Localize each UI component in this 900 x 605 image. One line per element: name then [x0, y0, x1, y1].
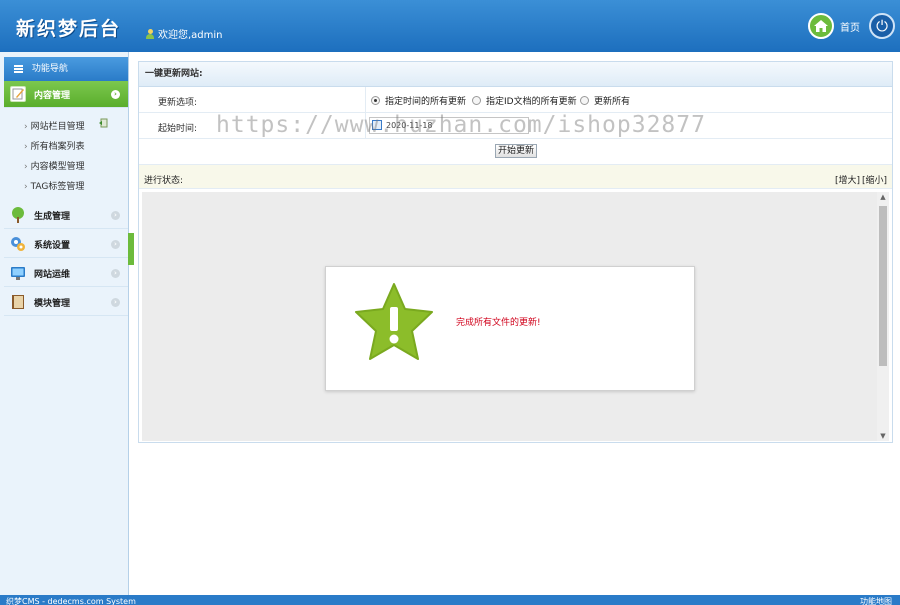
- status-label: 进行状态:: [144, 176, 184, 186]
- update-options-row: 更新选项: 指定时间的所有更新 指定ID文档的所有更新 更新所有: [139, 87, 892, 113]
- panel-title: 一键更新网站:: [139, 62, 892, 87]
- start-update-button[interactable]: 开始更新: [495, 144, 537, 158]
- top-header: 新织梦后台 欢迎您,admin 首页 ⏻: [0, 0, 900, 52]
- frame-scrollbar[interactable]: ▲ ▼: [877, 192, 889, 441]
- calendar-icon[interactable]: [372, 120, 382, 130]
- chevron-right-icon: ›: [111, 90, 120, 99]
- sidebar-section-content[interactable]: 内容管理 ›: [4, 81, 128, 108]
- sidebar-section-modules[interactable]: 模块管理 ›: [4, 289, 128, 316]
- chevron-right-icon: ›: [111, 211, 120, 220]
- welcome-message: 欢迎您,admin: [146, 26, 223, 41]
- row-divider: [365, 87, 366, 112]
- radio-dot[interactable]: [371, 96, 380, 105]
- chevron-right-icon: ›: [111, 298, 120, 307]
- update-panel: 一键更新网站: 更新选项: 指定时间的所有更新 指定ID文档的所有更新 更新所有…: [138, 61, 893, 443]
- result-dialog: 完成所有文件的更新!: [325, 266, 695, 391]
- nav-title: 功能导航: [4, 57, 128, 81]
- sidebar-section-ops[interactable]: 网站运维 ›: [4, 260, 128, 287]
- enlarge-link[interactable]: [增大]: [835, 173, 860, 186]
- scroll-down-icon[interactable]: ▼: [879, 432, 887, 440]
- sidebar-section-label: 模块管理: [34, 298, 71, 309]
- scroll-up-icon[interactable]: ▲: [879, 193, 887, 201]
- sidebar-collapse-handle[interactable]: [128, 233, 134, 265]
- radio-label: 指定ID文档的所有更新: [486, 97, 577, 107]
- radio-label: 更新所有: [594, 97, 631, 107]
- add-icon[interactable]: [98, 118, 108, 128]
- home-label: 首页: [840, 22, 860, 34]
- sidebar-section-settings[interactable]: 系统设置 ›: [4, 231, 128, 258]
- sidebar-item-model-manage[interactable]: 内容模型管理: [24, 159, 85, 172]
- sidebar-item-tag-manage[interactable]: TAG标签管理: [24, 179, 85, 192]
- scroll-thumb[interactable]: [879, 206, 887, 366]
- progress-frame: 完成所有文件的更新! ▲ ▼: [142, 192, 889, 441]
- row-divider: [365, 113, 366, 138]
- radio-all[interactable]: 更新所有: [580, 94, 630, 107]
- radio-dot[interactable]: [580, 96, 589, 105]
- sidebar-section-generate[interactable]: 生成管理 ›: [4, 202, 128, 229]
- tree-icon: [10, 207, 26, 223]
- radio-label: 指定时间的所有更新: [385, 97, 467, 107]
- home-icon: [808, 13, 834, 39]
- sidebar: 功能导航 内容管理 › 网站栏目管理 所有档案列表 内容模型管理 TAG标签管理…: [0, 52, 129, 595]
- menu-list-icon: [14, 64, 23, 74]
- sidebar-item-archive-list[interactable]: 所有档案列表: [24, 139, 85, 152]
- home-button[interactable]: 首页: [808, 13, 860, 39]
- radio-dot[interactable]: [472, 96, 481, 105]
- site-map-link[interactable]: 功能地图: [860, 597, 892, 605]
- start-time-value: 2020-11-18: [386, 121, 433, 130]
- book-icon: [10, 294, 26, 310]
- completion-message: 完成所有文件的更新!: [456, 318, 541, 328]
- sidebar-item-column-manage[interactable]: 网站栏目管理: [24, 119, 85, 132]
- start-time-row: 起始时间: 2020-11-18: [139, 113, 892, 139]
- frame-size-controls: [增大] [缩小]: [835, 173, 887, 186]
- sidebar-section-label: 生成管理: [34, 211, 71, 222]
- radio-by-time[interactable]: 指定时间的所有更新: [371, 94, 466, 107]
- shrink-link[interactable]: [缩小]: [862, 173, 887, 186]
- warning-star-icon: [355, 283, 433, 360]
- chevron-right-icon: ›: [111, 269, 120, 278]
- start-time-input[interactable]: 2020-11-18: [369, 117, 529, 134]
- gear-icon: [10, 236, 26, 252]
- sidebar-section-label: 系统设置: [34, 240, 71, 251]
- edit-icon: [10, 86, 26, 102]
- sidebar-section-label: 网站运维: [34, 269, 71, 280]
- footer-bar: 织梦CMS - dedecms.com System 功能地图: [0, 595, 900, 605]
- chevron-right-icon: ›: [111, 240, 120, 249]
- sidebar-section-label: 内容管理: [34, 90, 71, 101]
- welcome-text: 欢迎您,admin: [158, 30, 223, 41]
- nav-title-label: 功能导航: [31, 64, 68, 74]
- app-logo: 新织梦后台: [16, 18, 122, 40]
- radio-by-id[interactable]: 指定ID文档的所有更新: [472, 94, 577, 107]
- footer-copyright: 织梦CMS - dedecms.com System: [6, 597, 136, 605]
- logout-power-icon[interactable]: ⏻: [869, 13, 895, 39]
- update-options-label: 更新选项:: [158, 98, 198, 108]
- status-bar: 进行状态: [增大] [缩小]: [139, 164, 892, 189]
- start-time-label: 起始时间:: [158, 124, 198, 134]
- monitor-icon: [10, 265, 26, 281]
- user-icon: [146, 28, 154, 39]
